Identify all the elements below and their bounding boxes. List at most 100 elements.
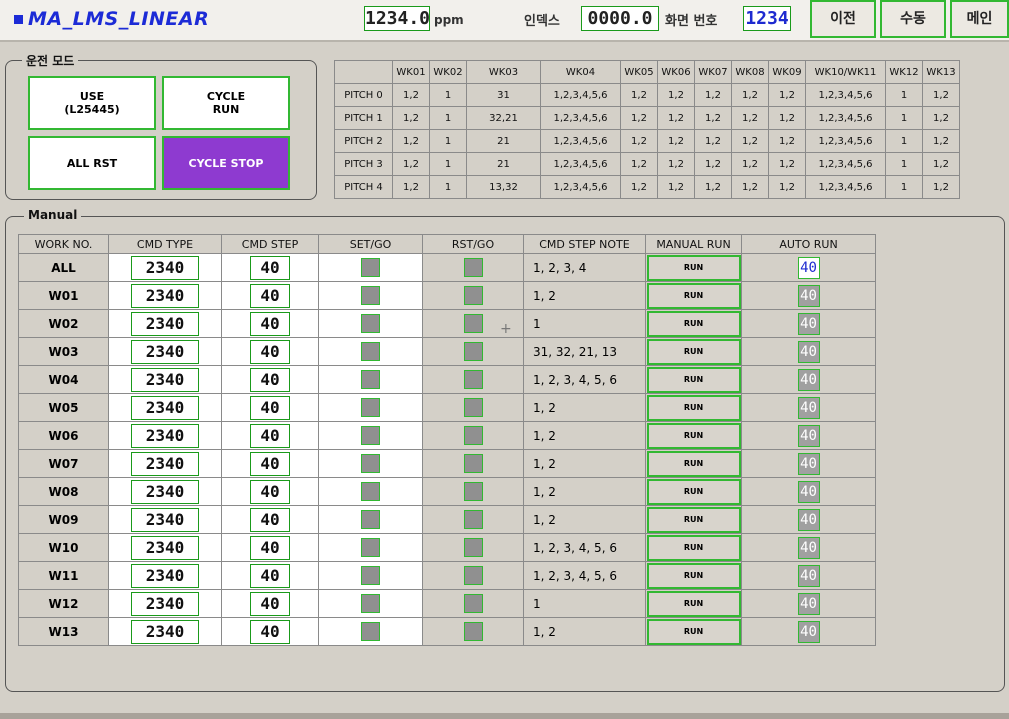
manual-run-button[interactable]: RUN (646, 338, 741, 365)
all-rst-button[interactable]: ALL RST (28, 136, 156, 190)
cmd-type-input[interactable]: 2340 (131, 535, 199, 560)
main-button[interactable]: 메인 (950, 0, 1009, 38)
use-button[interactable]: USE (L25445) (28, 76, 156, 130)
rst-go-indicator[interactable] (463, 594, 483, 613)
manual-run-button[interactable]: RUN (646, 478, 741, 505)
cmd-step-cell: 40 (221, 309, 319, 338)
manual-run-button[interactable]: RUN (646, 366, 741, 393)
manual-run-button[interactable]: RUN (646, 506, 741, 533)
rst-go-indicator[interactable] (463, 286, 483, 305)
rst-go-indicator[interactable] (463, 454, 483, 473)
set-go-indicator[interactable] (361, 566, 380, 585)
cmd-step-input[interactable]: 40 (250, 367, 290, 392)
cmd-step-input[interactable]: 40 (250, 507, 290, 532)
cmd-step-input[interactable]: 40 (250, 283, 290, 308)
set-go-indicator[interactable] (361, 622, 380, 641)
rst-go-cell (422, 281, 524, 310)
rst-go-indicator[interactable] (463, 342, 483, 361)
cycle-stop-button[interactable]: CYCLE STOP (162, 136, 290, 190)
manual-run-button[interactable]: RUN (646, 450, 741, 477)
cmd-type-input[interactable]: 2340 (131, 451, 199, 476)
rst-go-indicator[interactable] (463, 482, 483, 501)
set-go-indicator[interactable] (361, 398, 380, 417)
cmd-type-cell: 2340 (108, 337, 222, 366)
set-go-indicator[interactable] (361, 510, 380, 529)
cmd-type-input[interactable]: 2340 (131, 591, 199, 616)
manual-header-cell: MANUAL RUN (645, 234, 742, 254)
cmd-step-input[interactable]: 40 (250, 423, 290, 448)
pitch-cell: 1,2 (731, 83, 769, 107)
set-go-indicator[interactable] (361, 314, 380, 333)
cmd-step-input[interactable]: 40 (250, 255, 290, 280)
manual-run-cell: RUN (645, 253, 742, 282)
crosshair-cursor-icon: + (500, 321, 512, 337)
cmd-type-input[interactable]: 2340 (131, 423, 199, 448)
cmd-step-input[interactable]: 40 (250, 311, 290, 336)
cmd-step-input[interactable]: 40 (250, 479, 290, 504)
pitch-row: PITCH 1 1,2 1 32,21 1,2,3,4,5,6 1,2 1,2 1,2 1,2 1… (334, 106, 960, 130)
cmd-step-input[interactable]: 40 (250, 591, 290, 616)
rst-go-indicator[interactable] (463, 510, 483, 529)
manual-row: W08 2340 40 1, 2 RUN 40 (18, 477, 876, 506)
manual-run-button[interactable]: RUN (646, 422, 741, 449)
rst-go-cell (422, 449, 524, 478)
manual-button[interactable]: 수동 (880, 0, 946, 38)
cmd-type-input[interactable]: 2340 (131, 479, 199, 504)
cmd-type-input[interactable]: 2340 (131, 311, 199, 336)
cmd-step-input[interactable]: 40 (250, 339, 290, 364)
set-go-cell (318, 561, 423, 590)
set-go-indicator[interactable] (361, 286, 380, 305)
set-go-indicator[interactable] (361, 594, 380, 613)
pitch-cell: 1,2 (620, 83, 658, 107)
set-go-indicator[interactable] (361, 370, 380, 389)
set-go-indicator[interactable] (361, 426, 380, 445)
cmd-step-cell: 40 (221, 533, 319, 562)
cmd-type-input[interactable]: 2340 (131, 507, 199, 532)
rst-go-indicator[interactable] (463, 622, 483, 641)
cmd-step-cell: 40 (221, 449, 319, 478)
auto-run-value: 40 (797, 312, 820, 335)
pitch-cell: 32,21 (466, 106, 541, 130)
work-no-cell: W04 (18, 365, 109, 394)
manual-run-button[interactable]: RUN (646, 394, 741, 421)
cmd-step-input[interactable]: 40 (250, 395, 290, 420)
rst-go-cell (422, 253, 524, 282)
set-go-indicator[interactable] (361, 538, 380, 557)
set-go-indicator[interactable] (361, 454, 380, 473)
pitch-cell: 1,2,3,4,5,6 (805, 175, 886, 199)
cmd-type-input[interactable]: 2340 (131, 563, 199, 588)
cmd-type-input[interactable]: 2340 (131, 283, 199, 308)
set-go-indicator[interactable] (361, 258, 380, 277)
rst-go-indicator[interactable] (463, 426, 483, 445)
cmd-type-input[interactable]: 2340 (131, 367, 199, 392)
cmd-step-input[interactable]: 40 (250, 535, 290, 560)
set-go-cell (318, 589, 423, 618)
rst-go-indicator[interactable] (463, 370, 483, 389)
cmd-step-input[interactable]: 40 (250, 619, 290, 644)
rst-go-indicator[interactable] (463, 538, 483, 557)
manual-run-button[interactable]: RUN (646, 254, 741, 281)
cycle-run-button[interactable]: CYCLE RUN (162, 76, 290, 130)
set-go-cell (318, 281, 423, 310)
manual-run-button[interactable]: RUN (646, 534, 741, 561)
cmd-type-input[interactable]: 2340 (131, 339, 199, 364)
rst-go-indicator[interactable] (463, 566, 483, 585)
cmd-type-input[interactable]: 2340 (131, 619, 199, 644)
cmd-type-input[interactable]: 2340 (131, 255, 199, 280)
manual-run-button[interactable]: RUN (646, 590, 741, 617)
manual-header-cell: CMD STEP NOTE (523, 234, 646, 254)
manual-run-button[interactable]: RUN (646, 282, 741, 309)
cmd-type-input[interactable]: 2340 (131, 395, 199, 420)
cmd-step-input[interactable]: 40 (250, 451, 290, 476)
rst-go-indicator[interactable] (463, 314, 483, 333)
rst-go-indicator[interactable] (463, 258, 483, 277)
manual-row: W13 2340 40 1, 2 RUN 40 (18, 617, 876, 646)
manual-run-button[interactable]: RUN (646, 562, 741, 589)
cmd-step-input[interactable]: 40 (250, 563, 290, 588)
rst-go-indicator[interactable] (463, 398, 483, 417)
set-go-indicator[interactable] (361, 482, 380, 501)
manual-run-button[interactable]: RUN (646, 618, 741, 645)
manual-run-button[interactable]: RUN (646, 310, 741, 337)
prev-button[interactable]: 이전 (810, 0, 876, 38)
set-go-indicator[interactable] (361, 342, 380, 361)
